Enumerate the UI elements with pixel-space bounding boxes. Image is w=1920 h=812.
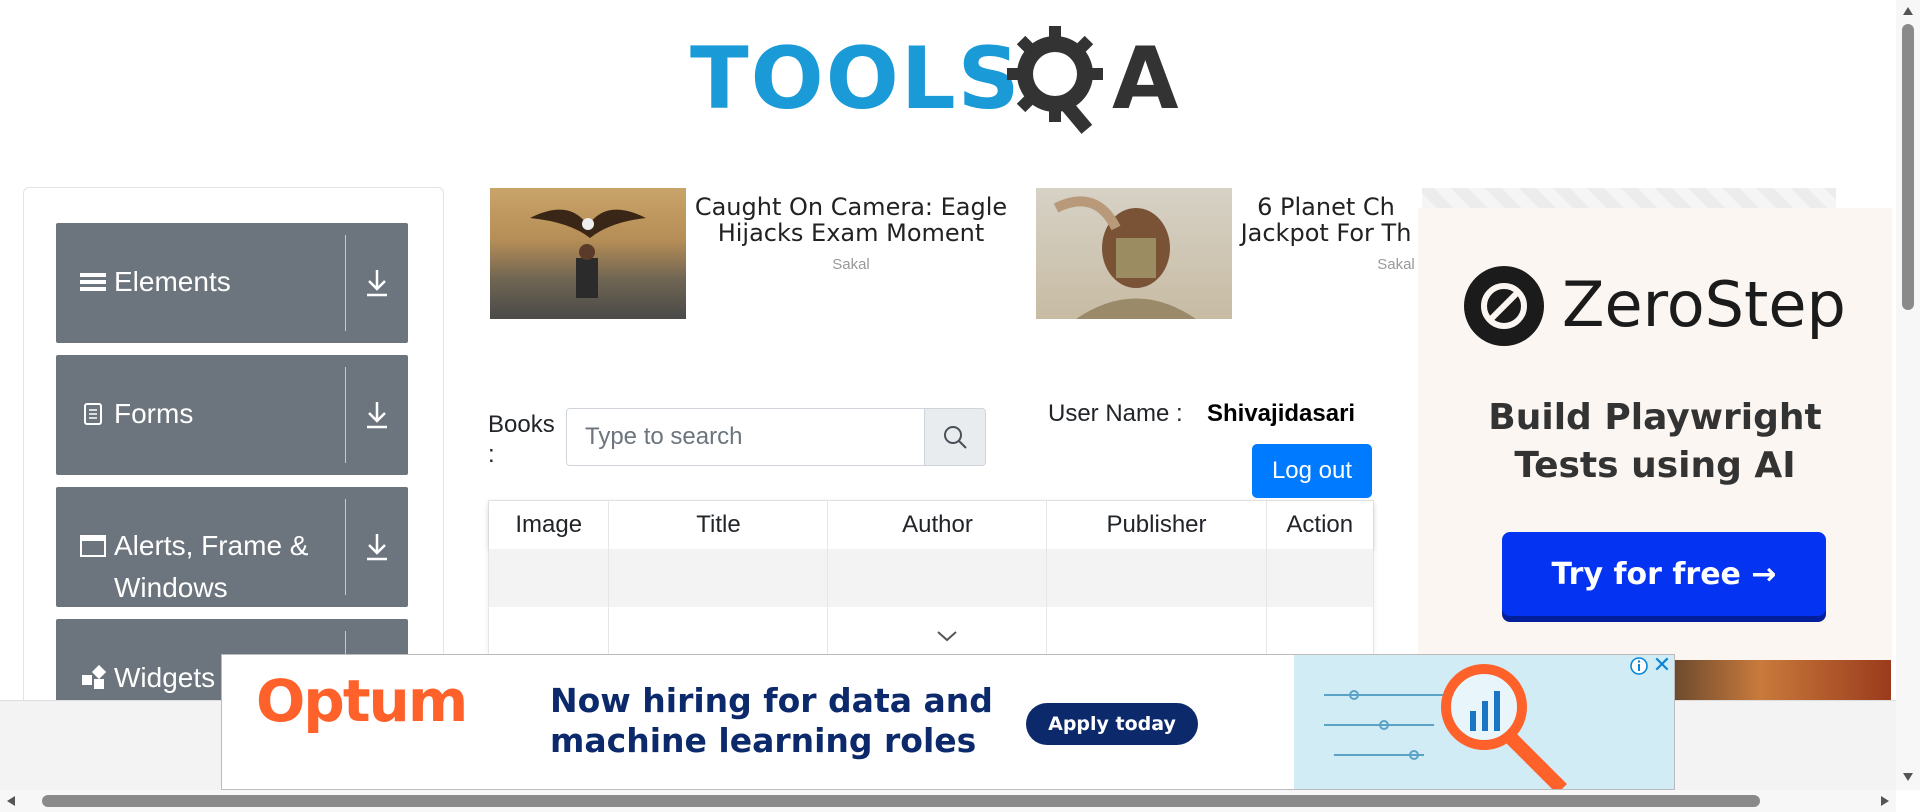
- apply-today-button[interactable]: Apply today: [1026, 703, 1198, 745]
- search-input[interactable]: [567, 409, 924, 465]
- search-button[interactable]: [924, 409, 985, 465]
- zerostep-ad[interactable]: ZeroStep Build Playwright Tests using AI …: [1418, 208, 1892, 660]
- vertical-scroll-thumb[interactable]: [1902, 24, 1914, 310]
- column-header-image[interactable]: Image: [489, 501, 610, 549]
- banner-graphic: [1294, 655, 1674, 789]
- toolsqa-logo[interactable]: TOOLS A: [690, 22, 1180, 134]
- ad-source: Sakal: [1377, 256, 1415, 273]
- document-icon: [84, 403, 102, 425]
- ad-title-line1: Caught On Camera: Eagle: [694, 193, 1008, 221]
- vertical-scrollbar[interactable]: [1896, 0, 1920, 790]
- zerostep-logo-icon: [1464, 266, 1544, 346]
- scroll-down-arrow-icon[interactable]: [1902, 772, 1914, 782]
- sidebar-group-label: Forms: [114, 398, 194, 429]
- divider: [345, 235, 346, 331]
- ad-title: Caught On Camera: Eagle Hijacks Exam Mome…: [690, 194, 1012, 246]
- ad-side-image: [1673, 660, 1891, 700]
- sidebar-group-label: Widgets: [114, 662, 216, 693]
- ad-close-icon[interactable]: ✕: [1652, 654, 1672, 676]
- scroll-left-arrow-icon[interactable]: [6, 795, 16, 807]
- gear-magnifier-icon: [1007, 26, 1103, 134]
- optum-logo: Optum: [256, 667, 468, 735]
- ad-info-icon[interactable]: [1629, 656, 1649, 676]
- sidebar-group-label: Alerts, Frame &: [114, 530, 309, 561]
- column-header-publisher[interactable]: Publisher: [1047, 501, 1267, 549]
- download-icon[interactable]: [358, 528, 396, 566]
- ad-title-line2: Hijacks Exam Moment: [717, 219, 985, 247]
- table-header: Image Title Author Publisher Action: [489, 501, 1373, 549]
- ad-pattern: [1422, 188, 1836, 210]
- sidebar-group-label-wrap: Alerts, Frame & Windows: [114, 525, 308, 609]
- scroll-right-arrow-icon[interactable]: [1880, 795, 1890, 807]
- ad-title-line1: 6 Planet Ch: [1257, 194, 1395, 221]
- zerostep-tagline-2: Tests using AI: [1514, 445, 1796, 486]
- table-row: [489, 549, 1373, 607]
- user-name-label: User Name :: [1048, 400, 1183, 427]
- banner-headline: Now hiring for data and machine learning …: [550, 681, 993, 761]
- logo-text: TOOLS: [690, 29, 1022, 129]
- zerostep-tagline-1: Build Playwright: [1488, 397, 1822, 438]
- books-label-text: Books: [488, 411, 555, 438]
- banner-headline-2: machine learning roles: [550, 721, 977, 760]
- sidebar-group-label-line2: Windows: [114, 572, 228, 603]
- hamburger-icon: [80, 273, 106, 291]
- horizontal-scrollbar[interactable]: [0, 790, 1896, 812]
- horizontal-scroll-thumb[interactable]: [42, 795, 1760, 807]
- widgets-icon: [82, 665, 106, 689]
- banner-headline-1: Now hiring for data and: [550, 681, 993, 720]
- try-for-free-button[interactable]: Try for free →: [1502, 532, 1826, 616]
- divider: [345, 367, 346, 463]
- column-header-action[interactable]: Action: [1267, 501, 1374, 549]
- divider: [345, 499, 346, 595]
- sidebar-group-forms[interactable]: Forms: [56, 355, 408, 475]
- ad-title-line2: Jackpot For Th: [1240, 219, 1412, 246]
- download-icon[interactable]: [358, 264, 396, 302]
- logout-button[interactable]: Log out: [1252, 444, 1372, 498]
- optum-banner-ad[interactable]: Optum Now hiring for data and machine lea…: [221, 654, 1675, 790]
- ad-image-eagle: [490, 188, 686, 319]
- zerostep-tagline: Build Playwright Tests using AI: [1418, 394, 1892, 490]
- sidebar-group-label: Elements: [114, 266, 231, 297]
- sidebar-group-alerts[interactable]: Alerts, Frame & Windows: [56, 487, 408, 607]
- user-name-value: Shivajidasari: [1207, 400, 1356, 427]
- ad-image-man-money: [1036, 188, 1232, 319]
- scroll-up-arrow-icon[interactable]: [1902, 6, 1914, 16]
- window-icon: [80, 535, 106, 557]
- ad-source: Sakal: [832, 256, 870, 273]
- sidebar-group-elements[interactable]: Elements: [56, 223, 408, 343]
- logo-suffix: A: [1112, 29, 1179, 129]
- search-icon: [944, 426, 967, 449]
- books-label-colon: :: [488, 441, 495, 468]
- column-header-title[interactable]: Title: [609, 501, 829, 549]
- ad-title: 6 Planet Ch Jackpot For Th: [1236, 194, 1416, 246]
- column-header-author[interactable]: Author: [828, 501, 1048, 549]
- download-icon[interactable]: [358, 396, 396, 434]
- search-box: [566, 408, 986, 466]
- books-label: Books:: [488, 410, 555, 470]
- zerostep-name: ZeroStep: [1562, 268, 1846, 341]
- chevron-down-icon[interactable]: [935, 629, 959, 643]
